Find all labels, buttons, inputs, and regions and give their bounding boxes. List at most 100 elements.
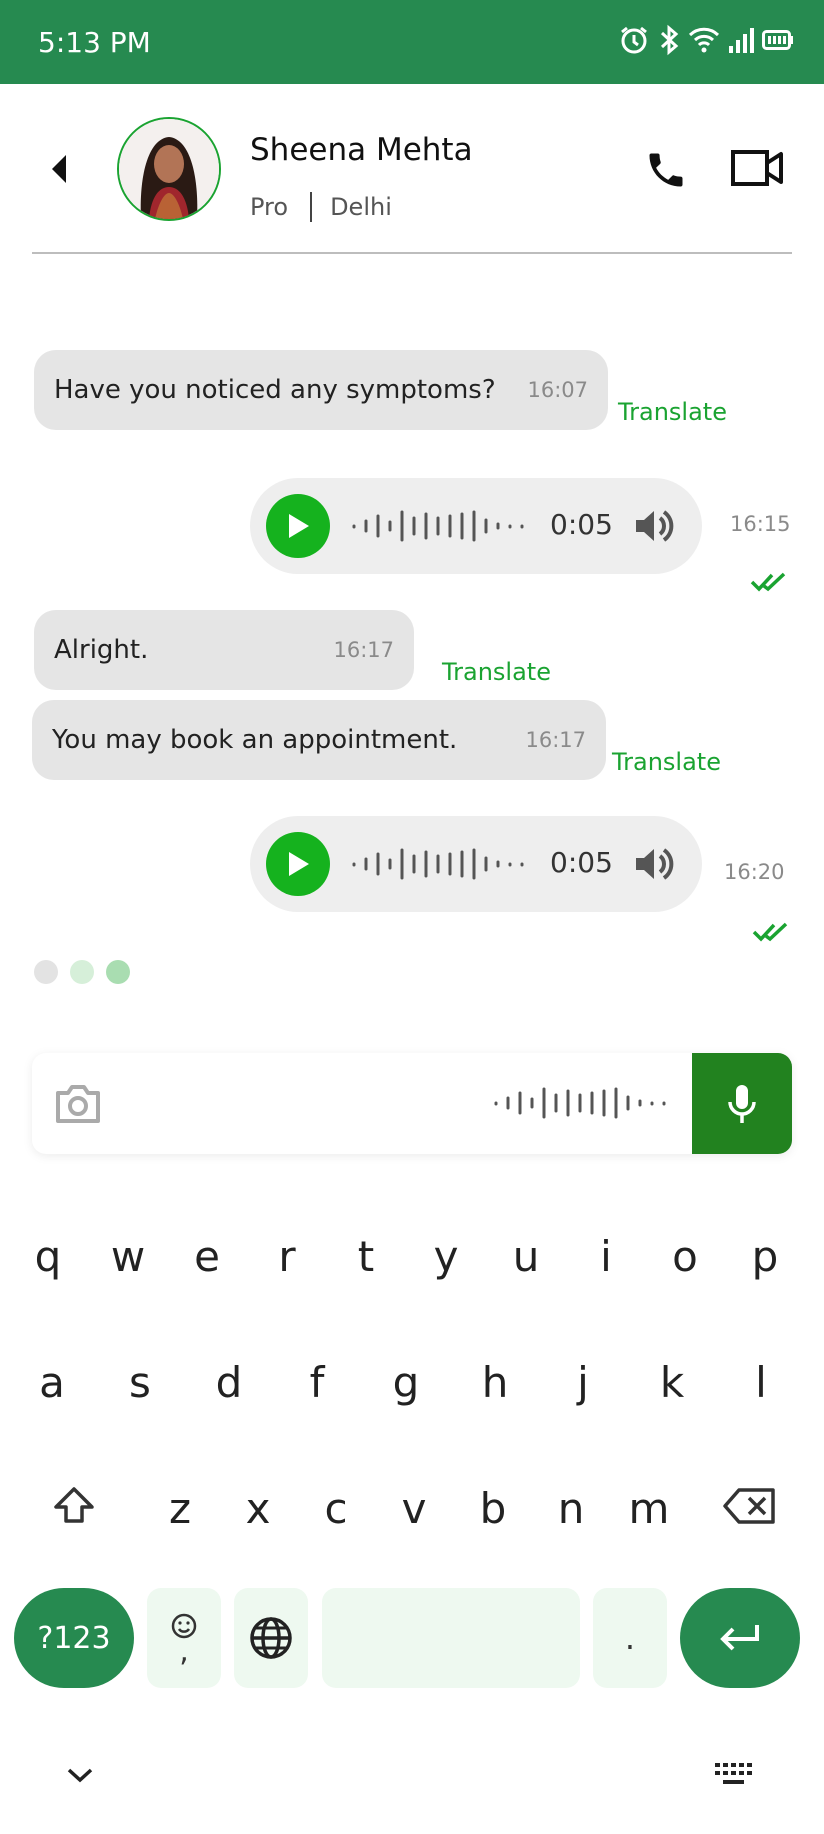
- key-z[interactable]: z: [150, 1484, 210, 1533]
- key-s[interactable]: s: [110, 1358, 170, 1407]
- phone-icon: [649, 153, 683, 187]
- message-text: Alright.: [54, 635, 149, 665]
- speaker-icon: [636, 848, 674, 880]
- message-bubble[interactable]: Alright. 16:17: [34, 610, 414, 690]
- key-c[interactable]: c: [306, 1484, 366, 1533]
- typing-dot: [70, 960, 94, 984]
- key-g[interactable]: g: [376, 1358, 436, 1407]
- backspace-key[interactable]: [720, 1482, 780, 1530]
- key-p[interactable]: p: [735, 1232, 795, 1281]
- key-b[interactable]: b: [463, 1484, 523, 1533]
- hide-keyboard-button[interactable]: [60, 1760, 100, 1790]
- video-call-button[interactable]: [730, 148, 786, 192]
- voice-call-button[interactable]: [644, 148, 694, 198]
- language-key[interactable]: [234, 1588, 308, 1688]
- key-q[interactable]: q: [18, 1232, 78, 1281]
- message-text: Have you noticed any symptoms?: [54, 375, 496, 405]
- enter-key[interactable]: [680, 1588, 800, 1688]
- voice-message: 0:05: [250, 816, 702, 912]
- bluetooth-icon: [660, 24, 679, 56]
- play-button[interactable]: [266, 494, 330, 558]
- key-e[interactable]: e: [177, 1232, 237, 1281]
- recording-waveform-icon[interactable]: [492, 1083, 672, 1123]
- speaker-button[interactable]: [632, 842, 676, 891]
- mic-button[interactable]: [692, 1053, 792, 1154]
- voice-duration: 0:05: [550, 846, 613, 879]
- key-y[interactable]: y: [416, 1232, 476, 1281]
- camera-button[interactable]: [54, 1081, 102, 1130]
- contact-subtitle: Pro Delhi: [250, 192, 392, 222]
- video-camera-icon: [731, 150, 783, 186]
- microphone-icon: [728, 1084, 756, 1123]
- key-i[interactable]: i: [576, 1232, 636, 1281]
- wifi-icon: [688, 27, 720, 53]
- back-button[interactable]: [40, 144, 76, 194]
- message-text: You may book an appointment.: [52, 725, 458, 755]
- battery-icon: [762, 30, 793, 50]
- typing-dot: [106, 960, 130, 984]
- status-time: 5:13 PM: [38, 26, 151, 59]
- play-icon: [289, 852, 309, 876]
- double-check-icon: [752, 922, 788, 942]
- avatar[interactable]: [117, 117, 221, 221]
- key-n[interactable]: n: [541, 1484, 601, 1533]
- on-screen-keyboard: q w e r t y u i o p a s d f g h j k l z …: [0, 1180, 824, 1834]
- key-r[interactable]: r: [257, 1232, 317, 1281]
- key-w[interactable]: w: [98, 1232, 158, 1281]
- key-d[interactable]: d: [199, 1358, 259, 1407]
- key-u[interactable]: u: [496, 1232, 556, 1281]
- play-icon: [289, 514, 309, 538]
- subtitle-separator: [310, 192, 313, 222]
- camera-icon: [56, 1085, 100, 1123]
- key-l[interactable]: l: [731, 1358, 791, 1407]
- key-o[interactable]: o: [655, 1232, 715, 1281]
- message-time: 16:15: [730, 512, 791, 536]
- speaker-button[interactable]: [632, 504, 676, 553]
- speaker-icon: [636, 510, 674, 542]
- play-button[interactable]: [266, 832, 330, 896]
- key-j[interactable]: j: [553, 1358, 613, 1407]
- header-divider: [32, 252, 792, 254]
- key-h[interactable]: h: [465, 1358, 525, 1407]
- symbols-key[interactable]: ?123: [14, 1588, 134, 1688]
- message-time: 16:17: [525, 728, 586, 752]
- shift-icon: [54, 1487, 94, 1523]
- period-key[interactable]: .: [593, 1588, 667, 1688]
- key-k[interactable]: k: [642, 1358, 702, 1407]
- key-t[interactable]: t: [336, 1232, 396, 1281]
- enter-icon: [720, 1625, 759, 1651]
- translate-link[interactable]: Translate: [618, 398, 727, 426]
- typing-dot: [34, 960, 58, 984]
- alarm-icon: [621, 26, 647, 54]
- message-bubble[interactable]: You may book an appointment. 16:17: [32, 700, 606, 780]
- key-v[interactable]: v: [384, 1484, 444, 1533]
- message-bubble[interactable]: Have you noticed any symptoms? 16:07: [34, 350, 608, 430]
- chat-header: Sheena Mehta Pro Delhi: [0, 84, 824, 254]
- keyboard-switch-button[interactable]: [710, 1758, 756, 1792]
- contact-photo-icon: [119, 119, 219, 219]
- typing-indicator: [34, 960, 130, 984]
- translate-link[interactable]: Translate: [442, 658, 551, 686]
- message-input-bar: [32, 1053, 792, 1154]
- space-key[interactable]: [322, 1588, 580, 1688]
- backspace-icon: [723, 1488, 775, 1524]
- message-time: 16:07: [527, 378, 588, 402]
- keyboard-icon: [715, 1763, 752, 1784]
- voice-duration: 0:05: [550, 508, 613, 541]
- key-a[interactable]: a: [22, 1358, 82, 1407]
- shift-key[interactable]: [46, 1480, 102, 1530]
- waveform-icon: [352, 510, 524, 542]
- translate-link[interactable]: Translate: [612, 748, 721, 776]
- globe-icon: [250, 1617, 292, 1659]
- back-arrow-icon: [52, 155, 66, 183]
- key-m[interactable]: m: [619, 1484, 679, 1533]
- waveform-icon: [352, 848, 524, 880]
- contact-city: Delhi: [330, 193, 392, 221]
- status-bar: 5:13 PM: [0, 0, 824, 84]
- contact-name: Sheena Mehta: [250, 132, 473, 168]
- key-f[interactable]: f: [287, 1358, 347, 1407]
- key-x[interactable]: x: [228, 1484, 288, 1533]
- double-check-icon: [750, 572, 786, 592]
- comma-label: ,: [179, 1634, 189, 1669]
- emoji-comma-key[interactable]: ,: [147, 1588, 221, 1688]
